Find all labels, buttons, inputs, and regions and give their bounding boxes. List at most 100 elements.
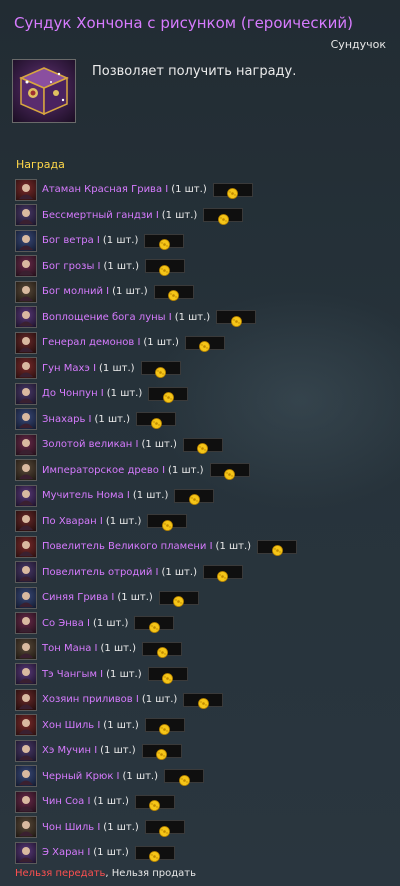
reward-card-icon: [15, 204, 37, 227]
coin-icon: [159, 261, 171, 276]
trade-restrictions: Нельзя передать, Нельзя продать: [15, 868, 196, 879]
reward-quantity: (1 шт.): [171, 184, 207, 196]
reward-row[interactable]: Повелитель Великого пламени I (1 шт.): [15, 534, 395, 560]
reward-name: Хон Шиль I: [42, 719, 101, 731]
reward-card-icon: [15, 229, 37, 252]
reward-row[interactable]: По Хваран I (1 шт.): [15, 509, 395, 535]
reward-coin-slot: [203, 208, 244, 225]
reward-row[interactable]: Со Энва I (1 шт.): [15, 611, 395, 637]
reward-coin-slot: [134, 616, 175, 633]
reward-card-icon: [15, 561, 37, 584]
reward-name: Повелитель Великого пламени I: [42, 541, 213, 553]
coin-icon: [150, 414, 162, 429]
reward-row[interactable]: Знахарь I (1 шт.): [15, 407, 395, 433]
reward-row[interactable]: До Чонпун I (1 шт.): [15, 381, 395, 407]
coin-icon: [188, 490, 200, 506]
reward-row[interactable]: Повелитель отродий I (1 шт.): [15, 560, 395, 586]
reward-row[interactable]: Хэ Мучин I (1 шт.): [15, 738, 395, 764]
reward-quantity: (1 шт.): [122, 770, 159, 782]
reward-row[interactable]: Бог молний I (1 шт.): [15, 279, 395, 305]
reward-quantity: (1 шт.): [93, 796, 129, 808]
reward-row[interactable]: Бессмертный гандзи I (1 шт.): [15, 203, 395, 229]
reward-row[interactable]: Чон Шиль I (1 шт.): [15, 815, 395, 841]
coin-icon: [197, 694, 209, 710]
reward-card-icon: [15, 408, 37, 431]
reward-coin-slot: [141, 743, 182, 761]
reward-row[interactable]: Тон Мана I (1 шт.): [15, 636, 395, 662]
reward-row[interactable]: Хон Шиль I (1 шт.): [15, 713, 395, 739]
coin-icon: [217, 210, 229, 225]
reward-row[interactable]: Бог грозы I (1 шт.): [15, 254, 395, 280]
reward-quantity: (1 шт.): [100, 745, 136, 757]
reward-name: Бог грозы I: [42, 260, 101, 272]
reward-row[interactable]: Бог ветра I (1 шт.): [15, 228, 395, 254]
reward-quantity: (1 шт.): [94, 413, 131, 425]
item-title: Сундук Хончона с рисунком (героический): [14, 14, 353, 32]
reward-quantity: (1 шт.): [103, 260, 139, 272]
coin-icon: [159, 720, 171, 735]
reward-name: Мучитель Нома I: [42, 490, 130, 502]
reward-quantity: (1 шт.): [106, 388, 143, 400]
reward-quantity: (1 шт.): [161, 566, 197, 578]
reward-quantity: (1 шт.): [174, 311, 211, 323]
reward-card-icon: [15, 816, 37, 839]
reward-name: Атаман Красная Грива I: [42, 184, 169, 196]
reward-coin-slot: [182, 437, 223, 455]
coin-icon: [197, 439, 209, 455]
no-trade-label: Нельзя передать: [15, 868, 106, 879]
reward-row[interactable]: Гун Махэ I (1 шт.): [15, 356, 395, 382]
reward-quantity: (1 шт.): [117, 592, 153, 604]
reward-quantity: (1 шт.): [92, 617, 129, 629]
reward-quantity: (1 шт.): [215, 541, 252, 553]
reward-row[interactable]: Синяя Грива I (1 шт.): [15, 585, 395, 611]
reward-row[interactable]: Мучитель Нома I (1 шт.): [15, 483, 395, 509]
item-type: Сундучок: [330, 38, 386, 51]
reward-card-icon: [15, 688, 37, 711]
reward-card-icon: [15, 331, 37, 354]
reward-quantity: (1 шт.): [102, 235, 139, 247]
reward-card-icon: [15, 510, 37, 533]
reward-row[interactable]: Золотой великан I (1 шт.): [15, 432, 395, 458]
reward-quantity: (1 шт.): [141, 694, 178, 706]
reward-coin-slot: [134, 845, 175, 863]
reward-coin-slot: [134, 794, 175, 812]
reward-name: Со Энва I: [42, 617, 90, 629]
reward-row[interactable]: Тэ Чангым I (1 шт.): [15, 662, 395, 688]
reward-row[interactable]: Э Харан I (1 шт.): [15, 840, 395, 866]
coin-icon: [162, 388, 174, 404]
reward-row[interactable]: Хозяин приливов I (1 шт.): [15, 687, 395, 713]
reward-section-label: Награда: [16, 158, 65, 171]
coin-icon: [173, 592, 185, 608]
no-sell-label: Нельзя продать: [111, 868, 197, 879]
reward-row[interactable]: Генерал демонов I (1 шт.): [15, 330, 395, 356]
reward-card-icon: [15, 586, 37, 609]
reward-row[interactable]: Чин Соа I (1 шт.): [15, 789, 395, 815]
reward-name: Генерал демонов I: [42, 337, 141, 349]
reward-coin-slot: [148, 386, 189, 404]
coin-icon: [271, 541, 283, 557]
reward-row[interactable]: Черный Крюк I (1 шт.): [15, 764, 395, 790]
reward-quantity: (1 шт.): [105, 515, 142, 527]
coin-icon: [156, 643, 168, 659]
reward-name: Синяя Грива I: [42, 592, 115, 604]
reward-card-icon: [15, 841, 37, 864]
item-description: Позволяет получить награду.: [92, 64, 297, 79]
reward-name: Чин Соа I: [42, 796, 91, 808]
coin-icon: [161, 516, 173, 531]
reward-name: По Хваран I: [42, 515, 103, 527]
reward-coin-slot: [212, 182, 253, 200]
reward-quantity: (1 шт.): [141, 439, 177, 451]
reward-coin-slot: [140, 361, 181, 378]
reward-row[interactable]: Атаман Красная Грива I (1 шт.): [15, 177, 395, 203]
coin-icon: [149, 796, 161, 812]
reward-coin-slot: [158, 590, 199, 608]
reward-row[interactable]: Воплощение бога луны I (1 шт.): [15, 305, 395, 331]
reward-name: Гун Махэ I: [42, 362, 97, 374]
reward-name: Хэ Мучин I: [42, 745, 98, 757]
coin-icon: [159, 822, 171, 837]
reward-card-icon: [15, 382, 37, 405]
coin-icon: [224, 465, 235, 480]
reward-card-icon: [15, 765, 37, 788]
reward-coin-slot: [257, 539, 298, 557]
reward-row[interactable]: Императорское древо I (1 шт.): [15, 458, 395, 484]
